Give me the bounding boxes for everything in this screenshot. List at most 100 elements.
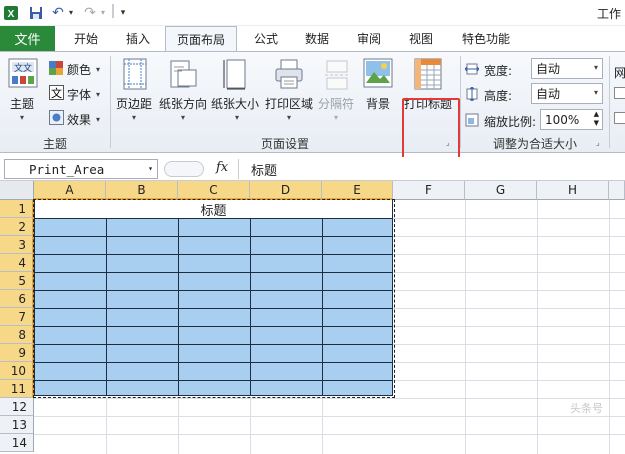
gridline [34, 434, 625, 435]
checkbox-icon[interactable] [614, 112, 625, 124]
customize-qat-icon[interactable]: ▾ [118, 4, 128, 21]
themes-button[interactable]: 主题 [10, 95, 34, 112]
tab-insert[interactable]: 插入 [114, 26, 162, 51]
tab-formulas[interactable]: 公式 [242, 26, 290, 51]
breaks-dropdown-icon[interactable]: ▾ [334, 113, 338, 122]
colors-dropdown-icon[interactable]: ▾ [96, 65, 100, 74]
print-area-button[interactable]: 打印区域 [265, 95, 313, 112]
save-icon[interactable] [28, 4, 44, 21]
row-header-14[interactable]: 14 [0, 434, 34, 452]
row-header-7[interactable]: 7 [0, 308, 34, 326]
row-header-1[interactable]: 1 [0, 200, 34, 218]
scale-value: 100% [545, 112, 580, 127]
scale-spinner[interactable]: 100% ▲ ▼ [540, 109, 603, 130]
formula-bar: Print_Area ▾ fx 标题 [0, 157, 625, 181]
undo-dropdown-icon[interactable]: ▾ [66, 4, 76, 21]
effects-button[interactable]: 效果 [67, 111, 91, 128]
row-header-13[interactable]: 13 [0, 416, 34, 434]
theme-group-label: 主题 [42, 137, 67, 151]
excel-logo-icon: X [2, 4, 20, 21]
colors-button[interactable]: 颜色 [67, 61, 91, 78]
tab-page-layout[interactable]: 页面布局 [165, 26, 237, 52]
orientation-icon [168, 58, 198, 93]
height-icon [465, 86, 479, 104]
quick-access-toolbar: X ↶ ▾ ↷ ▾ ▾ 工作 [0, 0, 625, 26]
redo-icon[interactable]: ↷ [82, 4, 98, 21]
tab-home[interactable]: 开始 [62, 26, 110, 51]
tab-view[interactable]: 视图 [397, 26, 445, 51]
worksheet-grid[interactable]: A B C D E F G H 1 2 3 4 5 6 7 8 9 10 11 … [0, 181, 625, 454]
name-box[interactable]: Print_Area ▾ [4, 159, 158, 179]
undo-icon[interactable]: ↶ [50, 4, 66, 21]
svg-text:文: 文 [51, 86, 62, 100]
page-setup-group-label: 页面设置 [260, 137, 309, 151]
background-icon [363, 58, 393, 91]
fonts-dropdown-icon[interactable]: ▾ [96, 90, 100, 99]
tab-review[interactable]: 审阅 [345, 26, 393, 51]
margins-button[interactable]: 页边距 [116, 95, 152, 112]
column-header-e[interactable]: E [322, 181, 393, 200]
redo-dropdown-icon[interactable]: ▾ [98, 4, 108, 21]
size-button[interactable]: 纸张大小 [211, 95, 259, 112]
gridline [34, 398, 625, 399]
orientation-button[interactable]: 纸张方向 [159, 95, 207, 112]
row-header-8[interactable]: 8 [0, 326, 34, 344]
column-header-b[interactable]: B [106, 181, 178, 200]
themes-icon: 文文 [8, 58, 38, 91]
tab-data[interactable]: 数据 [293, 26, 341, 51]
insert-function-icon[interactable]: fx [216, 160, 228, 175]
themes-dropdown-icon[interactable]: ▾ [20, 113, 24, 122]
fonts-icon: 文 [49, 85, 64, 103]
spinner-arrows-icon[interactable]: ▲ ▼ [594, 110, 599, 128]
column-header-a[interactable]: A [34, 181, 106, 200]
formula-input[interactable]: 标题 [238, 159, 625, 179]
row-header-11[interactable]: 11 [0, 380, 34, 398]
formula-bar-resize-handle[interactable] [164, 161, 204, 177]
tab-special-features[interactable]: 特色功能 [450, 26, 522, 51]
column-header-d[interactable]: D [250, 181, 322, 200]
page-setup-launcher-icon[interactable]: ⌟ [446, 138, 455, 147]
group-separator [609, 56, 610, 148]
row-header-6[interactable]: 6 [0, 290, 34, 308]
row-header-9[interactable]: 9 [0, 344, 34, 362]
column-header-partial[interactable] [609, 181, 625, 200]
chevron-down-icon[interactable]: ▾ [148, 164, 153, 173]
column-header-c[interactable]: C [178, 181, 250, 200]
gridline [106, 398, 107, 454]
row-header-3[interactable]: 3 [0, 236, 34, 254]
select-all-corner[interactable] [0, 181, 34, 200]
gridline [178, 398, 179, 454]
scale-icon [465, 113, 479, 130]
effects-dropdown-icon[interactable]: ▾ [96, 115, 100, 124]
scale-label: 缩放比例: [484, 115, 537, 129]
background-button[interactable]: 背景 [366, 95, 390, 112]
tab-file[interactable]: 文件 [0, 26, 55, 51]
size-icon [223, 58, 249, 93]
print-area-border [33, 199, 395, 398]
row-header-5[interactable]: 5 [0, 272, 34, 290]
size-dropdown-icon[interactable]: ▾ [235, 113, 239, 122]
colors-icon [49, 61, 63, 78]
width-select[interactable]: 自动 ▾ [531, 58, 603, 79]
column-header-f[interactable]: F [393, 181, 465, 200]
width-value: 自动 [536, 62, 561, 76]
margins-dropdown-icon[interactable]: ▾ [132, 113, 136, 122]
row-header-4[interactable]: 4 [0, 254, 34, 272]
chevron-down-icon: ▾ [593, 63, 598, 72]
print-area-dropdown-icon[interactable]: ▾ [287, 113, 291, 122]
height-select[interactable]: 自动 ▾ [531, 83, 603, 104]
scale-launcher-icon[interactable]: ⌟ [596, 138, 605, 147]
fonts-button[interactable]: 字体 [67, 86, 91, 103]
row-header-2[interactable]: 2 [0, 218, 34, 236]
width-label: 宽度: [484, 64, 513, 78]
column-header-h[interactable]: H [537, 181, 609, 200]
window-title: 工作 [596, 7, 621, 21]
breaks-icon [325, 60, 349, 93]
checkbox-icon[interactable] [614, 87, 625, 99]
row-header-12[interactable]: 12 [0, 398, 34, 416]
orientation-dropdown-icon[interactable]: ▾ [181, 113, 185, 122]
column-header-g[interactable]: G [465, 181, 537, 200]
breaks-button[interactable]: 分隔符 [318, 95, 354, 112]
sheet-options-label: 网 [614, 66, 625, 80]
row-header-10[interactable]: 10 [0, 362, 34, 380]
